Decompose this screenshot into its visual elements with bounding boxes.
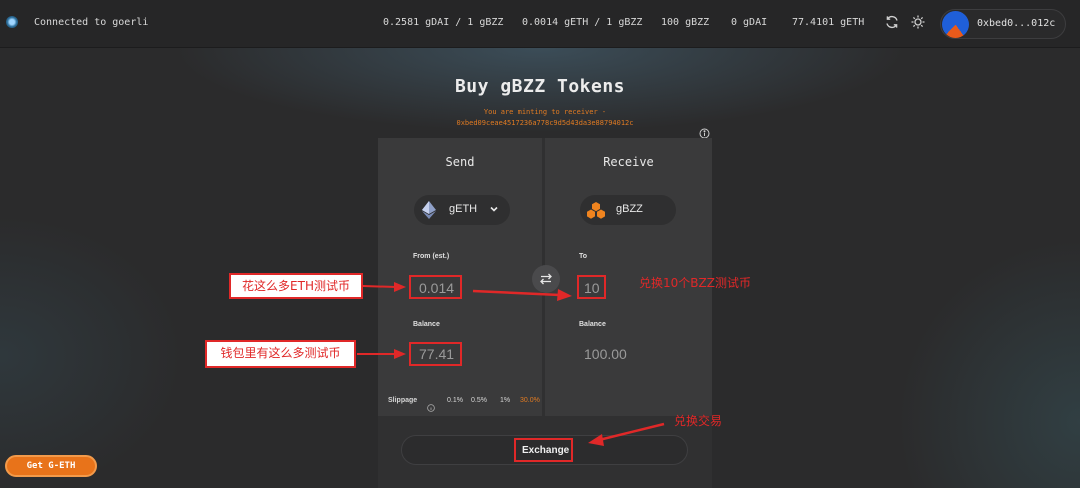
send-token-select[interactable]: gETH bbox=[414, 195, 510, 225]
gdai-balance: 0 gDAI bbox=[731, 17, 768, 28]
slippage-option-custom[interactable]: 30.0% bbox=[520, 397, 540, 404]
geth-rate: 0.0014 gETH / 1 gBZZ bbox=[522, 17, 643, 28]
annotation-box-to-amount bbox=[577, 275, 606, 299]
ethereum-icon bbox=[422, 201, 436, 222]
annotation-spend-eth: 花这么多ETH测试币 bbox=[229, 273, 363, 299]
receive-balance-label: Balance bbox=[579, 321, 606, 328]
receive-token-label: gBZZ bbox=[616, 203, 643, 215]
top-bar: Connected to goerli 0.2581 gDAI / 1 gBZZ… bbox=[0, 0, 1080, 48]
gbzz-balance: 100 gBZZ bbox=[661, 17, 710, 28]
theme-toggle-sun-icon[interactable] bbox=[910, 14, 926, 30]
receiver-address: 0xbed09ceae4517236a778c9d5d43da3e8879401… bbox=[456, 119, 634, 127]
gdai-rate: 0.2581 gDAI / 1 gBZZ bbox=[383, 17, 504, 28]
account-button[interactable]: 0xbed0...012c bbox=[940, 9, 1066, 39]
send-balance-label: Balance bbox=[413, 321, 440, 328]
network-status-icon bbox=[6, 16, 18, 28]
receive-balance-value: 100.00 bbox=[584, 346, 627, 362]
swap-direction-button[interactable] bbox=[532, 265, 560, 293]
annotation-receive-bzz: 兑换10个BZZ测试币 bbox=[639, 276, 751, 290]
avatar bbox=[942, 11, 969, 38]
annotation-wallet-balance: 钱包里有这么多测试币 bbox=[205, 340, 356, 368]
annotation-box-send-balance bbox=[409, 342, 462, 366]
geth-balance: 77.4101 gETH bbox=[792, 17, 865, 28]
send-token-label: gETH bbox=[449, 203, 478, 215]
bzz-token-icon bbox=[586, 201, 606, 222]
slippage-info-icon[interactable] bbox=[427, 397, 435, 416]
slippage-option-0-1[interactable]: 0.1% bbox=[447, 397, 463, 404]
receive-title: Receive bbox=[603, 155, 654, 169]
slippage-option-0-5[interactable]: 0.5% bbox=[471, 397, 487, 404]
annotation-box-exchange bbox=[514, 438, 573, 462]
swap-arrows-icon bbox=[540, 273, 552, 285]
annotation-box-from-amount bbox=[409, 275, 462, 299]
account-address: 0xbed0...012c bbox=[977, 18, 1056, 29]
get-geth-button[interactable]: Get G-ETH bbox=[5, 455, 97, 477]
info-icon[interactable] bbox=[699, 124, 710, 139]
mint-note: You are minting to receiver - bbox=[483, 108, 607, 116]
network-label: Connected to goerli bbox=[34, 17, 149, 28]
slippage-option-1[interactable]: 1% bbox=[500, 397, 510, 404]
receive-token-display: gBZZ bbox=[580, 195, 676, 225]
annotation-exchange-tx: 兑换交易 bbox=[674, 414, 723, 428]
refresh-icon[interactable] bbox=[884, 14, 900, 30]
send-title: Send bbox=[445, 155, 475, 169]
slippage-label: Slippage bbox=[388, 397, 418, 404]
to-label: To bbox=[579, 253, 588, 260]
page-title: Buy gBZZ Tokens bbox=[454, 76, 626, 97]
chevron-down-icon bbox=[489, 204, 499, 217]
from-label: From (est.) bbox=[413, 253, 450, 260]
